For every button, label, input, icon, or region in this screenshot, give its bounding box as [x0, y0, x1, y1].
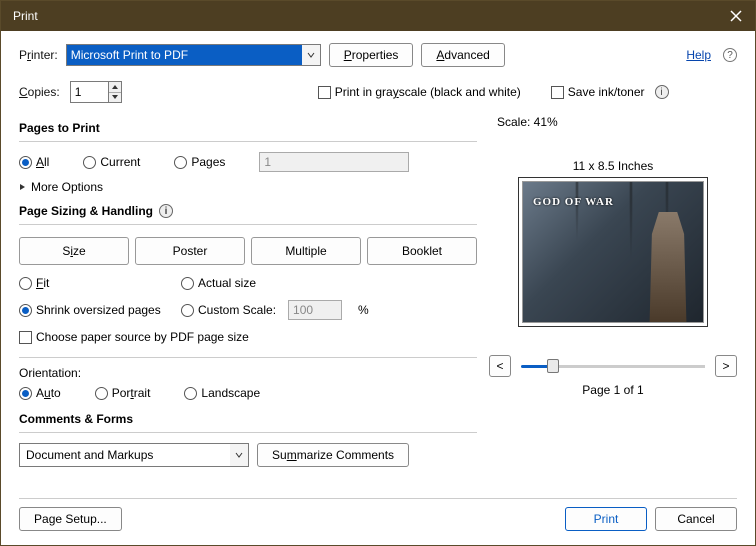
saveink-label: Save ink/toner — [568, 85, 645, 99]
prev-page-button[interactable]: < — [489, 355, 511, 377]
printer-row: Printer: Microsoft Print to PDF Properti… — [19, 43, 737, 67]
tab-poster[interactable]: Poster — [135, 237, 245, 265]
fit-radio[interactable]: Fit — [19, 276, 169, 290]
print-dialog: Print Printer: Microsoft Print to PDF Pr… — [0, 0, 756, 546]
pages-to-print-title: Pages to Print — [19, 115, 477, 135]
chevron-down-icon — [230, 444, 248, 466]
preview-panel: Scale: 41% 11 x 8.5 Inches GOD OF WAR < — [489, 115, 737, 490]
pages-radio-row: All Current Pages — [19, 152, 477, 172]
radio-label: All — [36, 155, 49, 169]
sizing-title-row: Page Sizing & Handling i — [19, 198, 477, 218]
radio-label: Pages — [191, 155, 225, 169]
scale-label: Scale: 41% — [497, 115, 558, 129]
percent-label: % — [358, 303, 369, 317]
radio-label: Auto — [36, 386, 61, 400]
more-options-toggle[interactable]: More Options — [19, 180, 477, 194]
slider-thumb-icon[interactable] — [547, 359, 559, 373]
comments-row: Document and Markups Summarize Comments — [19, 443, 477, 467]
cancel-button[interactable]: Cancel — [655, 507, 737, 531]
copies-up-icon[interactable] — [109, 82, 121, 93]
summarize-comments-button[interactable]: Summarize Comments — [257, 443, 409, 467]
sizing-title: Page Sizing & Handling — [19, 204, 153, 218]
left-panel: Pages to Print All Current Pages — [19, 115, 477, 490]
comments-dropdown-value: Document and Markups — [20, 448, 230, 462]
saveink-checkbox[interactable]: Save ink/toner — [551, 85, 645, 99]
orientation-landscape-radio[interactable]: Landscape — [184, 386, 260, 400]
close-icon[interactable] — [729, 9, 743, 23]
footer: Page Setup... Print Cancel — [1, 499, 755, 545]
copies-input[interactable] — [70, 81, 108, 103]
grayscale-label: Print in grayscale (black and white) — [335, 85, 521, 99]
orientation-auto-radio[interactable]: Auto — [19, 386, 61, 400]
checkbox-icon — [551, 86, 564, 99]
copies-row: Copies: Print in grayscale (black and wh… — [19, 81, 737, 103]
actual-size-radio[interactable]: Actual size — [181, 276, 331, 290]
radio-label: Landscape — [201, 386, 260, 400]
shrink-radio[interactable]: Shrink oversized pages — [19, 303, 169, 317]
checkbox-icon — [318, 86, 331, 99]
preview-nav-row: < > — [489, 355, 737, 377]
tab-booklet[interactable]: Booklet — [367, 237, 477, 265]
radio-label: Shrink oversized pages — [36, 303, 161, 317]
copies-label: Copies: — [19, 85, 60, 99]
preview-image: GOD OF WAR — [522, 181, 704, 323]
help-icon[interactable]: ? — [723, 48, 737, 62]
tab-multiple[interactable]: Multiple — [251, 237, 361, 265]
grayscale-checkbox[interactable]: Print in grayscale (black and white) — [318, 85, 521, 99]
properties-button[interactable]: Properties — [329, 43, 414, 67]
page-setup-button[interactable]: Page Setup... — [19, 507, 122, 531]
custom-scale-radio[interactable]: Custom Scale: — [181, 303, 276, 317]
tab-size[interactable]: Size — [19, 237, 129, 265]
help-link[interactable]: Help — [686, 48, 711, 62]
info-icon[interactable]: i — [655, 85, 669, 99]
preview-dimensions: 11 x 8.5 Inches — [573, 159, 654, 173]
info-icon[interactable]: i — [159, 204, 173, 218]
choose-paper-checkbox[interactable]: Choose paper source by PDF page size — [19, 330, 249, 344]
printer-label: Printer: — [19, 48, 58, 62]
radio-label: Portrait — [112, 386, 151, 400]
radio-label: Actual size — [198, 276, 256, 290]
radio-label: Custom Scale: — [198, 303, 276, 317]
orientation-row: Auto Portrait Landscape — [19, 386, 477, 400]
custom-scale-input[interactable] — [288, 300, 342, 320]
more-options-label: More Options — [31, 180, 103, 194]
checkbox-icon — [19, 331, 32, 344]
copies-spinner[interactable] — [70, 81, 122, 103]
page-indicator: Page 1 of 1 — [582, 383, 643, 397]
zoom-slider[interactable] — [521, 357, 705, 375]
copies-down-icon[interactable] — [109, 93, 121, 103]
titlebar: Print — [1, 1, 755, 31]
pages-range-input[interactable] — [259, 152, 409, 172]
radio-label: Current — [100, 155, 140, 169]
choose-paper-label: Choose paper source by PDF page size — [36, 330, 249, 344]
triangle-right-icon — [19, 183, 27, 191]
next-page-button[interactable]: > — [715, 355, 737, 377]
preview-game-title: GOD OF WAR — [533, 196, 614, 208]
sizing-tabs: Size Poster Multiple Booklet — [19, 237, 477, 265]
preview-box: GOD OF WAR — [518, 177, 708, 327]
pages-all-radio[interactable]: All — [19, 155, 49, 169]
advanced-button[interactable]: Advanced — [421, 43, 504, 67]
comments-dropdown[interactable]: Document and Markups — [19, 443, 249, 467]
radio-label: Fit — [36, 276, 49, 290]
pages-current-radio[interactable]: Current — [83, 155, 140, 169]
printer-dropdown[interactable]: Microsoft Print to PDF — [66, 44, 321, 66]
window-title: Print — [13, 9, 38, 23]
pages-range-radio[interactable]: Pages — [174, 155, 225, 169]
dialog-content: Printer: Microsoft Print to PDF Properti… — [1, 31, 755, 498]
orientation-portrait-radio[interactable]: Portrait — [95, 386, 151, 400]
printer-dropdown-value: Microsoft Print to PDF — [67, 45, 302, 65]
print-button[interactable]: Print — [565, 507, 647, 531]
chevron-down-icon — [302, 45, 320, 65]
orientation-title: Orientation: — [19, 366, 477, 380]
comments-title: Comments & Forms — [19, 406, 477, 426]
